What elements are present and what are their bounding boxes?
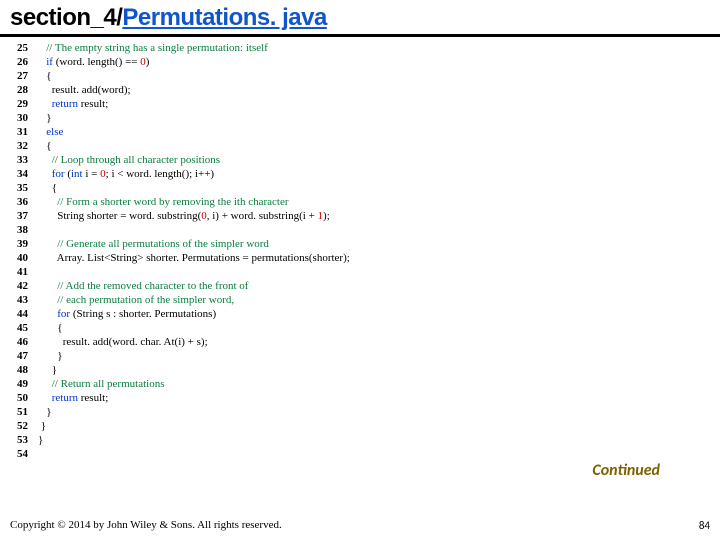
code-text xyxy=(28,265,38,279)
line-number: 49 xyxy=(8,377,28,391)
line-number: 39 xyxy=(8,237,28,251)
line-number: 36 xyxy=(8,195,28,209)
code-line: 41 xyxy=(8,265,712,279)
line-number: 30 xyxy=(8,111,28,125)
code-line: 30 } xyxy=(8,111,712,125)
line-number: 40 xyxy=(8,251,28,265)
code-text xyxy=(28,447,38,461)
code-text: // Add the removed character to the fron… xyxy=(28,279,248,293)
code-text: if (word. length() == 0) xyxy=(28,55,149,69)
code-line: 36 // Form a shorter word by removing th… xyxy=(8,195,712,209)
line-number: 41 xyxy=(8,265,28,279)
code-text: { xyxy=(28,181,57,195)
code-line: 47 } xyxy=(8,349,712,363)
code-text: } xyxy=(28,349,63,363)
code-text: return result; xyxy=(28,97,108,111)
continued-label: Continued xyxy=(592,461,660,480)
code-text: } xyxy=(28,111,52,125)
line-number: 25 xyxy=(8,41,28,55)
code-line: 50 return result; xyxy=(8,391,712,405)
code-line: 25 // The empty string has a single perm… xyxy=(8,41,712,55)
code-line: 45 { xyxy=(8,321,712,335)
code-text: // Generate all permutations of the simp… xyxy=(28,237,269,251)
title-bar: section_4/Permutations. java xyxy=(0,0,720,37)
line-number: 37 xyxy=(8,209,28,223)
code-line: 42 // Add the removed character to the f… xyxy=(8,279,712,293)
line-number: 43 xyxy=(8,293,28,307)
line-number: 44 xyxy=(8,307,28,321)
code-text: } xyxy=(28,433,43,447)
line-number: 26 xyxy=(8,55,28,69)
code-line: 32 { xyxy=(8,139,712,153)
line-number: 31 xyxy=(8,125,28,139)
code-text xyxy=(28,223,38,237)
code-text: String shorter = word. substring(0, i) +… xyxy=(28,209,330,223)
page-number: 84 xyxy=(699,519,710,532)
code-line: 46 result. add(word. char. At(i) + s); xyxy=(8,335,712,349)
code-line: 26 if (word. length() == 0) xyxy=(8,55,712,69)
code-text: Array. List<String> shorter. Permutation… xyxy=(28,251,350,265)
line-number: 35 xyxy=(8,181,28,195)
code-text: result. add(word); xyxy=(28,83,131,97)
code-line: 31 else xyxy=(8,125,712,139)
code-line: 48 } xyxy=(8,363,712,377)
code-line: 33 // Loop through all character positio… xyxy=(8,153,712,167)
code-text: } xyxy=(28,363,57,377)
code-line: 51 } xyxy=(8,405,712,419)
code-line: 43 // each permutation of the simpler wo… xyxy=(8,293,712,307)
code-line: 54 xyxy=(8,447,712,461)
line-number: 33 xyxy=(8,153,28,167)
code-text: // Form a shorter word by removing the i… xyxy=(28,195,289,209)
code-line: 28 result. add(word); xyxy=(8,83,712,97)
line-number: 42 xyxy=(8,279,28,293)
line-number: 52 xyxy=(8,419,28,433)
title-filename-link[interactable]: Permutations. java xyxy=(122,4,326,31)
code-line: 37 String shorter = word. substring(0, i… xyxy=(8,209,712,223)
line-number: 51 xyxy=(8,405,28,419)
line-number: 45 xyxy=(8,321,28,335)
code-line: 52 } xyxy=(8,419,712,433)
code-listing: 25 // The empty string has a single perm… xyxy=(0,37,720,461)
line-number: 29 xyxy=(8,97,28,111)
code-text: // Loop through all character positions xyxy=(28,153,220,167)
line-number: 38 xyxy=(8,223,28,237)
code-text: for (String s : shorter. Permutations) xyxy=(28,307,216,321)
line-number: 54 xyxy=(8,447,28,461)
code-text: } xyxy=(28,419,46,433)
line-number: 50 xyxy=(8,391,28,405)
line-number: 48 xyxy=(8,363,28,377)
page-title: section_4/Permutations. java xyxy=(10,4,710,32)
code-text: return result; xyxy=(28,391,108,405)
title-prefix: section_4/ xyxy=(10,4,122,31)
code-text: // Return all permutations xyxy=(28,377,164,391)
code-line: 40 Array. List<String> shorter. Permutat… xyxy=(8,251,712,265)
code-text: else xyxy=(28,125,63,139)
copyright-text: Copyright © 2014 by John Wiley & Sons. A… xyxy=(10,519,282,532)
code-line: 44 for (String s : shorter. Permutations… xyxy=(8,307,712,321)
line-number: 53 xyxy=(8,433,28,447)
code-line: 39 // Generate all permutations of the s… xyxy=(8,237,712,251)
code-line: 34 for (int i = 0; i < word. length(); i… xyxy=(8,167,712,181)
line-number: 34 xyxy=(8,167,28,181)
code-text: result. add(word. char. At(i) + s); xyxy=(28,335,208,349)
line-number: 32 xyxy=(8,139,28,153)
line-number: 47 xyxy=(8,349,28,363)
line-number: 27 xyxy=(8,69,28,83)
code-text: { xyxy=(28,321,63,335)
line-number: 46 xyxy=(8,335,28,349)
code-line: 53} xyxy=(8,433,712,447)
code-line: 27 { xyxy=(8,69,712,83)
code-line: 49 // Return all permutations xyxy=(8,377,712,391)
code-text: // The empty string has a single permuta… xyxy=(28,41,268,55)
footer: Copyright © 2014 by John Wiley & Sons. A… xyxy=(10,519,710,532)
code-line: 38 xyxy=(8,223,712,237)
code-text: for (int i = 0; i < word. length(); i++) xyxy=(28,167,214,181)
code-line: 29 return result; xyxy=(8,97,712,111)
code-text: { xyxy=(28,139,52,153)
code-text: } xyxy=(28,405,52,419)
code-line: 35 { xyxy=(8,181,712,195)
line-number: 28 xyxy=(8,83,28,97)
code-text: // each permutation of the simpler word, xyxy=(28,293,234,307)
code-text: { xyxy=(28,69,52,83)
